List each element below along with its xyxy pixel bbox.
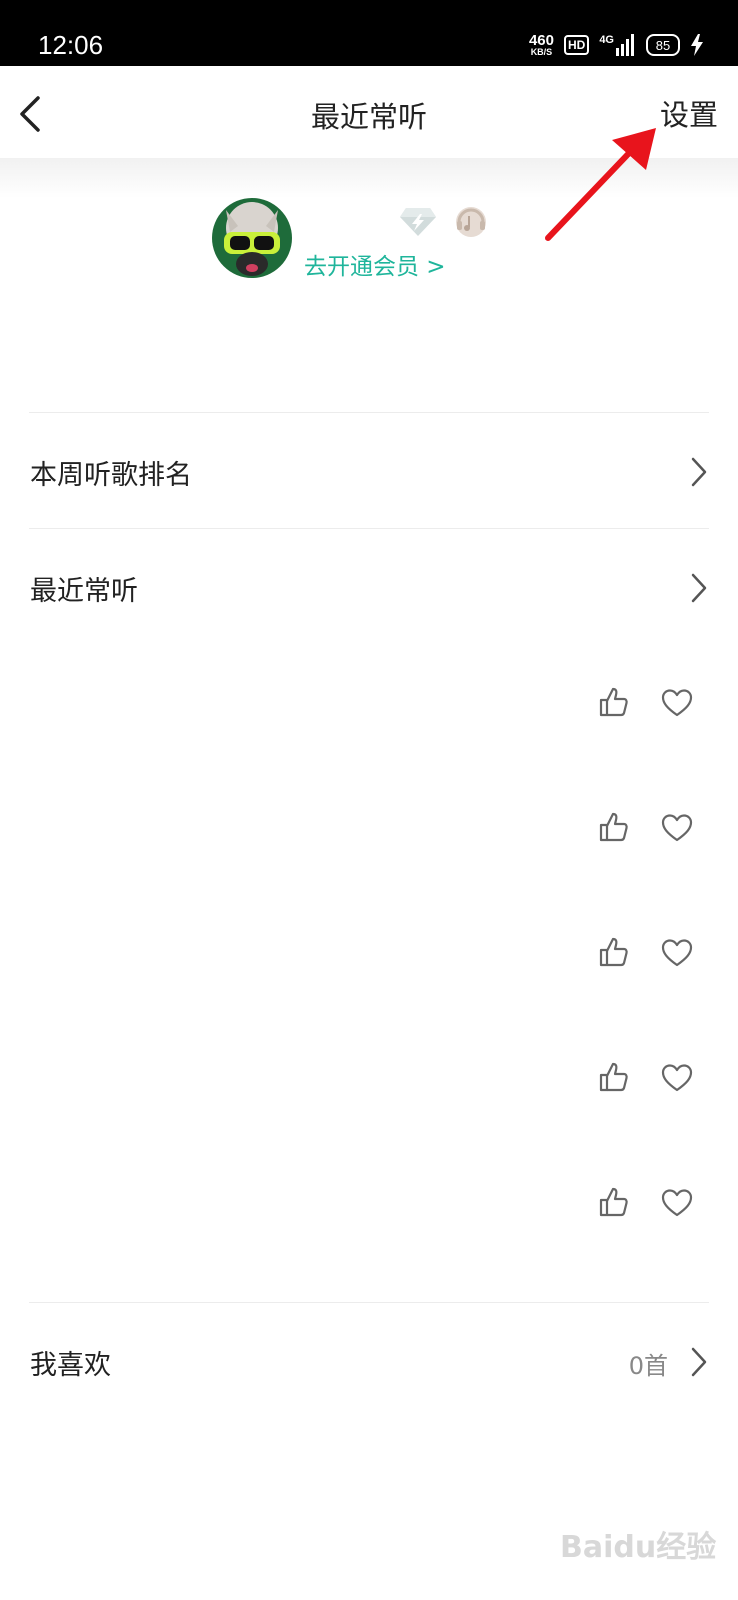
- heart-icon[interactable]: [661, 938, 693, 968]
- liked-label: 我喜欢: [30, 1350, 111, 1381]
- divider: [29, 1302, 709, 1303]
- avatar-image: [212, 198, 292, 278]
- heart-icon[interactable]: [661, 1063, 693, 1093]
- thumbs-up-icon[interactable]: [598, 811, 630, 843]
- thumbs-up-icon[interactable]: [598, 936, 630, 968]
- annotation-arrow-icon: [545, 128, 656, 241]
- heart-icon[interactable]: [661, 1188, 693, 1218]
- divider: [29, 412, 709, 413]
- music-badge-icon[interactable]: [454, 206, 488, 238]
- chevron-right-icon: [691, 457, 707, 487]
- heart-icon[interactable]: [661, 813, 693, 843]
- avatar[interactable]: [212, 198, 292, 278]
- thumbs-up-icon[interactable]: [598, 1186, 630, 1218]
- recent-label: 最近常听: [30, 576, 138, 607]
- liked-count: 0首: [628, 1352, 668, 1380]
- chevron-right-icon: [691, 573, 707, 603]
- weekly-rank-label: 本周听歌排名: [30, 460, 192, 491]
- open-vip-link[interactable]: 去开通会员 >: [304, 247, 446, 281]
- diamond-icon[interactable]: [398, 206, 438, 238]
- chevron-right-icon: [691, 1347, 707, 1377]
- heart-icon[interactable]: [661, 688, 693, 718]
- thumbs-up-icon[interactable]: [598, 1061, 630, 1093]
- thumbs-up-icon[interactable]: [598, 686, 630, 718]
- divider: [29, 528, 709, 529]
- watermark: Baidu经验: [560, 1530, 717, 1565]
